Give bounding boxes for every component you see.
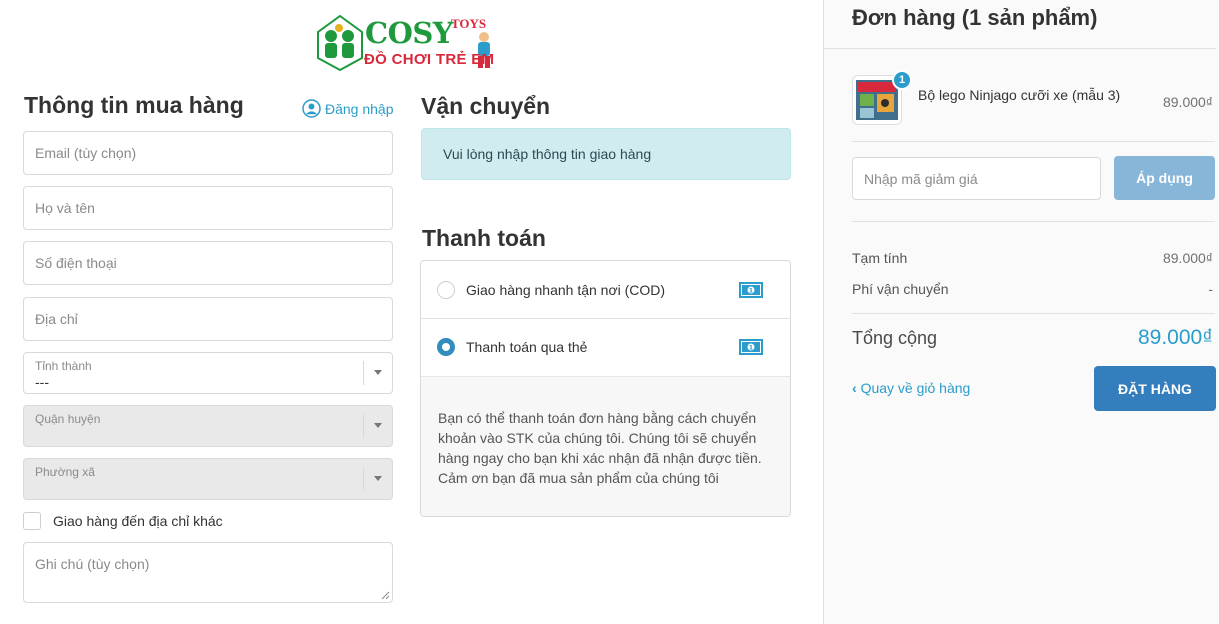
- cash-icon: 1: [739, 338, 763, 355]
- payment-description: Bạn có thể thanh toán đơn hàng bằng cách…: [421, 376, 790, 516]
- chevron-left-icon: ‹: [852, 380, 857, 396]
- phone-field[interactable]: [23, 241, 393, 285]
- total-label: Tổng cộng: [852, 328, 938, 348]
- coupon-field[interactable]: [852, 157, 1101, 200]
- select-divider: [363, 467, 364, 491]
- district-select[interactable]: Quận huyện: [23, 405, 393, 447]
- payment-methods: Giao hàng nhanh tận nơi (COD) 1 Thanh to…: [420, 260, 791, 517]
- chevron-down-icon[interactable]: [374, 476, 382, 481]
- product-name: Bộ lego Ninjago cưỡi xe (mẫu 3): [918, 87, 1121, 103]
- payment-title: Thanh toán: [422, 225, 546, 251]
- note-field[interactable]: [23, 542, 393, 603]
- email-input[interactable]: [24, 132, 392, 174]
- divider: [852, 313, 1215, 314]
- logo-brand-text: COSY: [365, 16, 454, 50]
- chevron-down-icon[interactable]: [374, 423, 382, 428]
- subtotal-label: Tạm tính: [852, 250, 908, 266]
- buyer-info-title: Thông tin mua hàng: [24, 92, 244, 118]
- order-title: Đơn hàng (1 sản phẩm): [852, 5, 1098, 30]
- back-to-cart-label: Quay về giỏ hàng: [860, 380, 971, 396]
- shipping-fee-value: -: [1208, 281, 1213, 297]
- divider: [852, 221, 1215, 222]
- payment-radio-cod[interactable]: [437, 280, 455, 299]
- login-label: Đăng nhập: [325, 100, 394, 117]
- logo-kids-icon: [317, 14, 363, 72]
- alt-address-checkbox[interactable]: [23, 512, 41, 530]
- divider: [824, 48, 1216, 49]
- alt-address-label: Giao hàng đến địa chỉ khác: [53, 513, 223, 529]
- province-value: ---: [35, 374, 49, 390]
- coupon-input[interactable]: [853, 158, 1100, 199]
- svg-text:1: 1: [749, 344, 753, 351]
- apply-coupon-button[interactable]: Áp dụng: [1114, 156, 1215, 200]
- address-input[interactable]: [24, 298, 392, 340]
- shipping-notice: Vui lòng nhập thông tin giao hàng: [421, 128, 791, 180]
- phone-input[interactable]: [24, 242, 392, 284]
- district-label: Quận huyện: [35, 412, 101, 426]
- login-link[interactable]: Đăng nhập: [302, 99, 394, 118]
- svg-text:1: 1: [749, 287, 753, 294]
- shipping-fee-label: Phí vận chuyển: [852, 281, 949, 297]
- store-logo[interactable]: COSY TOYS ĐỒ CHƠI TRẺ EM: [315, 14, 497, 72]
- total-value: 89.000₫: [1137, 326, 1213, 349]
- chevron-down-icon[interactable]: [374, 370, 382, 375]
- order-summary: Đơn hàng (1 sản phẩm) 1 Bộ lego Ninjago …: [823, 0, 1219, 624]
- subtotal-value: 89.000₫: [1162, 250, 1213, 266]
- full-name-field[interactable]: [23, 186, 393, 230]
- payment-option-cod[interactable]: Giao hàng nhanh tận nơi (COD) 1: [421, 261, 790, 318]
- shipping-title: Vận chuyển: [421, 93, 551, 119]
- ward-select[interactable]: Phường xã: [23, 458, 393, 500]
- address-field[interactable]: [23, 297, 393, 341]
- alt-address-option[interactable]: Giao hàng đến địa chỉ khác: [23, 512, 223, 530]
- select-divider: [363, 361, 364, 385]
- quantity-badge: 1: [892, 70, 912, 90]
- select-divider: [363, 414, 364, 438]
- place-order-button[interactable]: ĐẶT HÀNG: [1094, 366, 1216, 411]
- note-textarea[interactable]: [24, 543, 392, 602]
- resize-handle-icon[interactable]: [381, 591, 390, 600]
- province-label: Tỉnh thành: [35, 359, 92, 373]
- province-select[interactable]: Tỉnh thành ---: [23, 352, 393, 394]
- cash-icon: 1: [739, 281, 763, 298]
- product-price: 89.000₫: [1162, 94, 1213, 110]
- payment-option-label: Giao hàng nhanh tận nơi (COD): [466, 281, 666, 298]
- payment-option-card[interactable]: Thanh toán qua thẻ 1: [421, 318, 790, 375]
- divider: [852, 141, 1215, 142]
- payment-radio-card[interactable]: [437, 337, 455, 356]
- full-name-input[interactable]: [24, 187, 392, 229]
- logo-subtitle-text: ĐỒ CHƠI TRẺ EM: [364, 51, 495, 68]
- user-icon: [302, 99, 321, 118]
- ward-label: Phường xã: [35, 465, 95, 479]
- email-field[interactable]: [23, 131, 393, 175]
- back-to-cart-link[interactable]: ‹ Quay về giỏ hàng: [852, 380, 970, 396]
- payment-option-label: Thanh toán qua thẻ: [466, 338, 588, 355]
